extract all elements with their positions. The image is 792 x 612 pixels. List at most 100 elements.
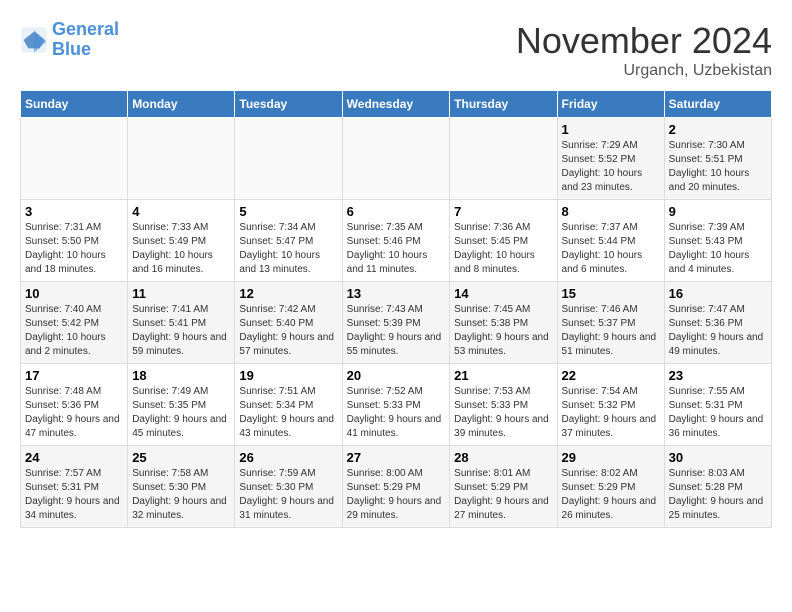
month-title: November 2024	[516, 20, 772, 62]
location: Urganch, Uzbekistan	[516, 62, 772, 80]
day-info: Sunrise: 7:46 AM Sunset: 5:37 PM Dayligh…	[562, 303, 660, 359]
page-header: General Blue November 2024 Urganch, Uzbe…	[20, 20, 772, 80]
day-info: Sunrise: 7:58 AM Sunset: 5:30 PM Dayligh…	[132, 467, 230, 523]
day-number: 23	[669, 368, 767, 383]
day-info: Sunrise: 7:40 AM Sunset: 5:42 PM Dayligh…	[25, 303, 123, 359]
day-info: Sunrise: 7:57 AM Sunset: 5:31 PM Dayligh…	[25, 467, 123, 523]
day-info: Sunrise: 7:34 AM Sunset: 5:47 PM Dayligh…	[239, 221, 337, 277]
title-block: November 2024 Urganch, Uzbekistan	[516, 20, 772, 80]
calendar-cell: 8 Sunrise: 7:37 AM Sunset: 5:44 PM Daylig…	[557, 200, 664, 282]
day-info: Sunrise: 7:47 AM Sunset: 5:36 PM Dayligh…	[669, 303, 767, 359]
day-number: 5	[239, 204, 337, 219]
day-number: 11	[132, 286, 230, 301]
calendar-cell	[128, 118, 235, 200]
logo-text: General Blue	[52, 20, 119, 60]
calendar-cell: 4Sunrise: 7:33 AM Sunset: 5:49 PM Daylig…	[128, 200, 235, 282]
day-info: Sunrise: 7:43 AM Sunset: 5:39 PM Dayligh…	[347, 303, 446, 359]
calendar-cell: 2Sunrise: 7:30 AM Sunset: 5:51 PM Daylig…	[664, 118, 771, 200]
day-info: Sunrise: 7:31 AM Sunset: 5:50 PM Dayligh…	[25, 221, 123, 277]
day-info: Sunrise: 7:51 AM Sunset: 5:34 PM Dayligh…	[239, 385, 337, 441]
day-number: 29	[562, 450, 660, 465]
day-number: 9	[669, 204, 767, 219]
day-info: Sunrise: 8:00 AM Sunset: 5:29 PM Dayligh…	[347, 467, 446, 523]
weekday-header: Friday	[557, 91, 664, 118]
weekday-header: Monday	[128, 91, 235, 118]
calendar-cell: 30 Sunrise: 8:03 AM Sunset: 5:28 PM Dayli…	[664, 446, 771, 528]
day-number: 6	[347, 204, 446, 219]
day-number: 14	[454, 286, 552, 301]
day-info: Sunrise: 8:03 AM Sunset: 5:28 PM Dayligh…	[669, 467, 767, 523]
day-number: 10	[25, 286, 123, 301]
weekday-header: Sunday	[21, 91, 128, 118]
calendar-cell: 28Sunrise: 8:01 AM Sunset: 5:29 PM Dayli…	[450, 446, 557, 528]
calendar-week-row: 1 Sunrise: 7:29 AM Sunset: 5:52 PM Daylig…	[21, 118, 772, 200]
day-info: Sunrise: 7:41 AM Sunset: 5:41 PM Dayligh…	[132, 303, 230, 359]
calendar-cell: 14Sunrise: 7:45 AM Sunset: 5:38 PM Dayli…	[450, 282, 557, 364]
weekday-header: Thursday	[450, 91, 557, 118]
day-number: 12	[239, 286, 337, 301]
day-info: Sunrise: 7:55 AM Sunset: 5:31 PM Dayligh…	[669, 385, 767, 441]
day-number: 21	[454, 368, 552, 383]
day-number: 8	[562, 204, 660, 219]
day-info: Sunrise: 7:52 AM Sunset: 5:33 PM Dayligh…	[347, 385, 446, 441]
calendar-cell: 16 Sunrise: 7:47 AM Sunset: 5:36 PM Dayli…	[664, 282, 771, 364]
day-info: Sunrise: 7:42 AM Sunset: 5:40 PM Dayligh…	[239, 303, 337, 359]
calendar-cell	[342, 118, 450, 200]
calendar-cell: 11 Sunrise: 7:41 AM Sunset: 5:41 PM Dayli…	[128, 282, 235, 364]
day-number: 1	[562, 122, 660, 137]
logo-icon	[20, 26, 48, 54]
day-number: 20	[347, 368, 446, 383]
day-info: Sunrise: 7:33 AM Sunset: 5:49 PM Dayligh…	[132, 221, 230, 277]
day-info: Sunrise: 7:37 AM Sunset: 5:44 PM Dayligh…	[562, 221, 660, 277]
calendar-week-row: 17Sunrise: 7:48 AM Sunset: 5:36 PM Dayli…	[21, 364, 772, 446]
calendar-cell: 5 Sunrise: 7:34 AM Sunset: 5:47 PM Daylig…	[235, 200, 342, 282]
day-number: 27	[347, 450, 446, 465]
day-number: 26	[239, 450, 337, 465]
weekday-header: Wednesday	[342, 91, 450, 118]
calendar-cell: 29 Sunrise: 8:02 AM Sunset: 5:29 PM Dayli…	[557, 446, 664, 528]
calendar-week-row: 3Sunrise: 7:31 AM Sunset: 5:50 PM Daylig…	[21, 200, 772, 282]
day-info: Sunrise: 7:29 AM Sunset: 5:52 PM Dayligh…	[562, 139, 660, 195]
calendar-cell: 6Sunrise: 7:35 AM Sunset: 5:46 PM Daylig…	[342, 200, 450, 282]
calendar-cell	[21, 118, 128, 200]
calendar-cell: 20 Sunrise: 7:52 AM Sunset: 5:33 PM Dayli…	[342, 364, 450, 446]
day-number: 7	[454, 204, 552, 219]
calendar-table: SundayMondayTuesdayWednesdayThursdayFrid…	[20, 90, 772, 528]
calendar-cell: 25 Sunrise: 7:58 AM Sunset: 5:30 PM Dayli…	[128, 446, 235, 528]
day-number: 28	[454, 450, 552, 465]
day-number: 15	[562, 286, 660, 301]
day-info: Sunrise: 7:36 AM Sunset: 5:45 PM Dayligh…	[454, 221, 552, 277]
calendar-cell: 9 Sunrise: 7:39 AM Sunset: 5:43 PM Daylig…	[664, 200, 771, 282]
calendar-week-row: 24Sunrise: 7:57 AM Sunset: 5:31 PM Dayli…	[21, 446, 772, 528]
day-number: 13	[347, 286, 446, 301]
day-number: 17	[25, 368, 123, 383]
calendar-cell: 19 Sunrise: 7:51 AM Sunset: 5:34 PM Dayli…	[235, 364, 342, 446]
calendar-cell: 13 Sunrise: 7:43 AM Sunset: 5:39 PM Dayli…	[342, 282, 450, 364]
calendar-cell: 24Sunrise: 7:57 AM Sunset: 5:31 PM Dayli…	[21, 446, 128, 528]
day-number: 18	[132, 368, 230, 383]
calendar-cell: 12 Sunrise: 7:42 AM Sunset: 5:40 PM Dayli…	[235, 282, 342, 364]
calendar-cell: 27 Sunrise: 8:00 AM Sunset: 5:29 PM Dayli…	[342, 446, 450, 528]
weekday-row: SundayMondayTuesdayWednesdayThursdayFrid…	[21, 91, 772, 118]
day-number: 22	[562, 368, 660, 383]
day-number: 25	[132, 450, 230, 465]
calendar-cell	[450, 118, 557, 200]
calendar-cell: 26 Sunrise: 7:59 AM Sunset: 5:30 PM Dayli…	[235, 446, 342, 528]
day-info: Sunrise: 7:54 AM Sunset: 5:32 PM Dayligh…	[562, 385, 660, 441]
day-info: Sunrise: 7:59 AM Sunset: 5:30 PM Dayligh…	[239, 467, 337, 523]
weekday-header: Tuesday	[235, 91, 342, 118]
calendar-cell: 22 Sunrise: 7:54 AM Sunset: 5:32 PM Dayli…	[557, 364, 664, 446]
day-info: Sunrise: 7:53 AM Sunset: 5:33 PM Dayligh…	[454, 385, 552, 441]
day-number: 16	[669, 286, 767, 301]
day-info: Sunrise: 8:02 AM Sunset: 5:29 PM Dayligh…	[562, 467, 660, 523]
calendar-body: 1 Sunrise: 7:29 AM Sunset: 5:52 PM Daylig…	[21, 118, 772, 528]
day-info: Sunrise: 7:39 AM Sunset: 5:43 PM Dayligh…	[669, 221, 767, 277]
calendar-cell: 23 Sunrise: 7:55 AM Sunset: 5:31 PM Dayli…	[664, 364, 771, 446]
day-number: 19	[239, 368, 337, 383]
calendar-cell: 10 Sunrise: 7:40 AM Sunset: 5:42 PM Dayli…	[21, 282, 128, 364]
weekday-header: Saturday	[664, 91, 771, 118]
calendar-cell	[235, 118, 342, 200]
calendar-cell: 15 Sunrise: 7:46 AM Sunset: 5:37 PM Dayli…	[557, 282, 664, 364]
day-number: 30	[669, 450, 767, 465]
day-info: Sunrise: 7:30 AM Sunset: 5:51 PM Dayligh…	[669, 139, 767, 195]
